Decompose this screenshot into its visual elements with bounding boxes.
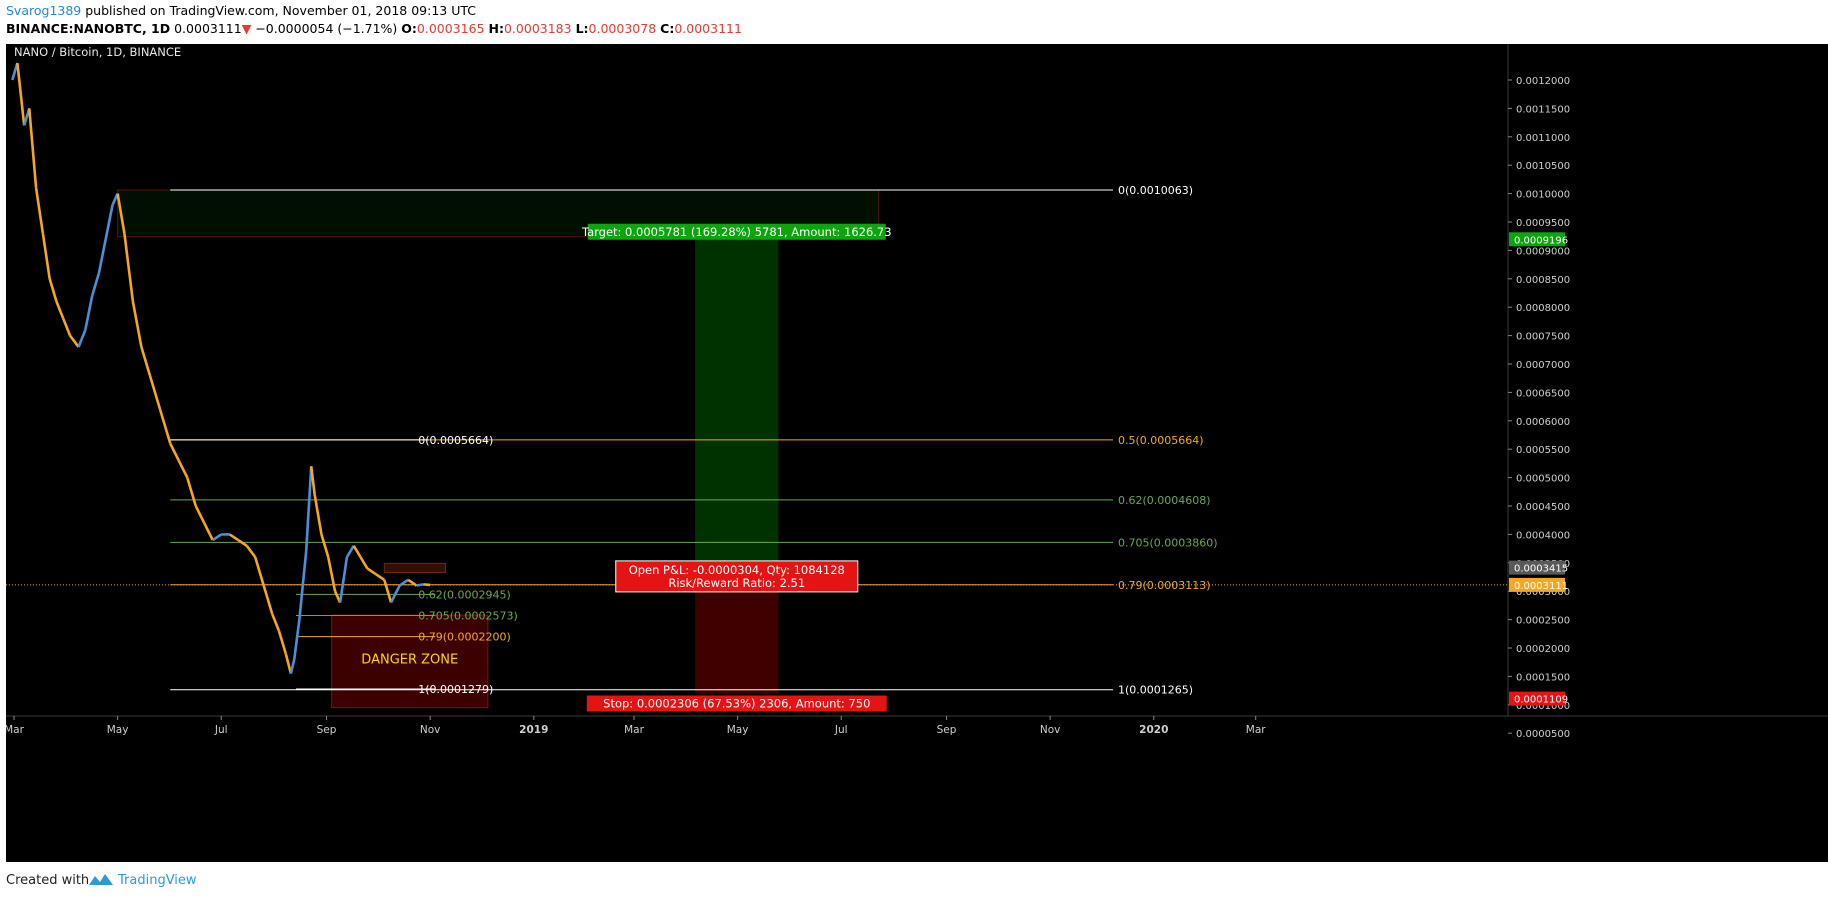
x-tick-label: Mar [1246,724,1266,736]
y-tick-label: 0.0004500 [1516,502,1570,513]
y-tick-label: 0.0006500 [1516,388,1570,399]
y-tick-label: 0.0009500 [1516,218,1570,229]
fib2-level-label: 0(0.0005664) [418,434,493,447]
x-tick-label: Jul [214,724,228,736]
x-tick-label: Sep [317,724,337,736]
y-tick-label: 0.0007000 [1516,360,1570,371]
position-profit-zone [695,236,779,585]
x-tick-label: Mar [6,724,25,736]
fib-level-label: 1(0.0001265) [1118,684,1193,697]
ohlc-info: BINANCE:NANOBTC, 1D 0.0003111▼ −0.000005… [6,21,742,36]
x-tick-label: Nov [1040,724,1061,736]
position-loss-zone [695,584,779,694]
fib2-level-label: 1(0.0001279) [418,683,493,696]
stop-label-group: Stop: 0.0002306 (67.53%) 2306, Amount: 7… [586,695,887,712]
tradingview-logo-icon[interactable] [88,872,114,888]
x-tick-label: Mar [624,724,644,736]
stop-label: Stop: 0.0002306 (67.53%) 2306, Amount: 7… [603,696,870,710]
x-tick-label: 2019 [519,724,548,736]
open-label: O: [401,21,417,36]
y-tick-label: 0.0010500 [1516,161,1570,172]
price-change: −0.0000054 (−1.71%) [255,21,398,36]
fib2-level-label: 0.79(0.0002200) [418,631,511,644]
created-with-text: Created with [6,873,90,888]
high-value: 0.0003183 [503,21,572,36]
published-info: Svarog1389 published on TradingView.com,… [6,3,476,18]
fib-level-label: 0.5(0.0005664) [1118,434,1204,447]
fib-level-label: 0.705(0.0003860) [1118,536,1218,549]
close-value: 0.0003111 [674,21,742,36]
x-tick-label: May [727,724,749,736]
fib-level-label: 0.62(0.0004608) [1118,494,1211,507]
y-tick-label: 0.0009000 [1516,246,1570,257]
publication-header: Svarog1389 published on TradingView.com,… [0,0,1828,44]
x-tick-label: Nov [420,724,441,736]
y-tick-label: 0.0006000 [1516,417,1570,428]
author-link[interactable]: Svarog1389 [6,3,81,18]
y-tick-label: 0.0011500 [1516,104,1570,115]
price-candle-segment [423,583,431,587]
x-tick-label: Jul [834,724,848,736]
x-tick-label: Sep [937,724,957,736]
close-label: C: [660,21,675,36]
danger-zone-label: DANGER ZONE [361,652,458,667]
y-tick-label: 0.0004000 [1516,530,1570,541]
pnl-label-group: Open P&L: -0.0000304, Qty: 1084128Risk/R… [615,560,859,593]
open-value: 0.0003165 [416,21,485,36]
y-tick-label: 0.0011000 [1516,133,1570,144]
y-tick-label: 0.0000500 [1516,729,1570,740]
price-tag-label: 0.0003415 [1514,564,1568,575]
published-text: published on TradingView.com, November 0… [85,3,476,18]
target-label-group: Target: 0.0005781 (169.28%) 5781, Amount… [581,223,892,240]
low-value: 0.0003078 [588,21,657,36]
y-tick-label: 0.0002000 [1516,644,1570,655]
y-tick-label: 0.0007500 [1516,332,1570,343]
low-label: L: [575,21,589,36]
fib2-level-label: 0.705(0.0002573) [418,609,518,622]
price-candle-segment [416,583,424,587]
risk-reward-label: Risk/Reward Ratio: 2.51 [668,576,805,590]
target-label: Target: 0.0005781 (169.28%) 5781, Amount… [581,225,892,239]
y-tick-label: 0.0012000 [1516,76,1570,87]
tradingview-link[interactable]: TradingView [118,873,197,888]
fib2-level-label: 0.62(0.0002945) [418,588,511,601]
price-chart[interactable]: 0.0012000 0.0011500 0.0011000 0.0010500 0.00… [6,44,1828,862]
resistance-box [383,562,446,573]
down-arrow-icon: ▼ [241,21,252,36]
footer: Created with TradingView [0,862,1828,899]
y-tick-label: 0.0002500 [1516,616,1570,627]
y-tick-label: 0.0008500 [1516,275,1570,286]
y-tick-label: 0.0010000 [1516,190,1570,201]
last-price: 0.0003111 [174,21,242,36]
price-tag-label: 0.0001109 [1514,695,1568,706]
price-tag-label: 0.0003111 [1514,581,1568,592]
pnl-label: Open P&L: -0.0000304, Qty: 1084128 [629,563,845,577]
y-tick-label: 0.0005500 [1516,445,1570,456]
fib-level-label: 0(0.0010063) [1118,184,1193,197]
x-tick-label: 2020 [1139,724,1168,736]
x-tick-label: May [107,724,129,736]
chart-title: NANO / Bitcoin, 1D, BINANCE [14,45,181,59]
chart-area[interactable]: 0.0012000 0.0011500 0.0011000 0.0010500 0.00… [6,44,1828,862]
y-tick-label: 0.0008000 [1516,303,1570,314]
y-tick-label: 0.0005000 [1516,474,1570,485]
high-label: H: [488,21,504,36]
symbol-label: BINANCE:NANOBTC, 1D [6,21,171,36]
price-tag-label: 0.0009196 [1514,235,1568,246]
y-tick-label: 0.0001500 [1516,672,1570,683]
